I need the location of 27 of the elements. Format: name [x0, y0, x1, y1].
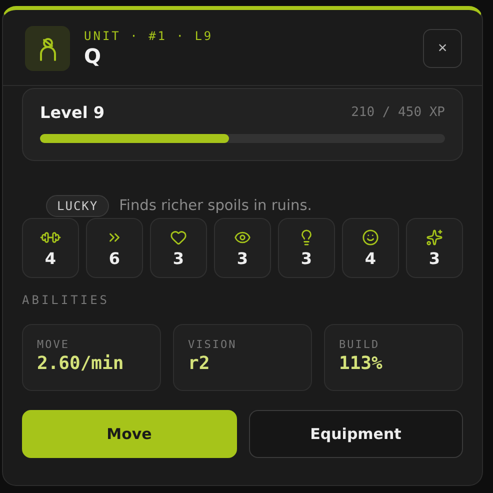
sparkles-icon [426, 228, 443, 246]
stat-value: 4 [364, 248, 376, 268]
primary-button[interactable]: Move [22, 410, 236, 458]
stat-value: 3 [236, 248, 248, 268]
stat-value: 3 [172, 248, 184, 268]
ability-label: BUILD [339, 338, 381, 351]
figure-icon [38, 36, 58, 60]
ability-label: MOVE [37, 338, 70, 351]
trait-description: Finds richer spoils in ruins. [119, 198, 312, 214]
ability-value: 2.60/min [37, 353, 125, 374]
xp-reading: 210 / 450 XP [351, 105, 445, 120]
smiley-icon [362, 228, 379, 246]
section-heading: ABILITIES [22, 293, 111, 307]
stat-value: 3 [428, 248, 440, 268]
trait-badge: LUCKY [46, 195, 110, 217]
stat-value: 3 [300, 248, 312, 268]
secondary-button[interactable]: Equipment [248, 410, 463, 458]
ability-value: r2 [188, 353, 211, 374]
unit-subtitle: UNIT · #1 · L9 [84, 29, 214, 43]
stat-value: 6 [108, 248, 120, 268]
stat-value: 4 [44, 248, 56, 268]
ability-label: VISION [188, 338, 238, 351]
close-button[interactable]: × [423, 29, 462, 68]
heart-icon [170, 228, 187, 246]
ability-value: 113% [339, 353, 384, 374]
unit-name: Q [84, 44, 102, 68]
level-label: Level 9 [40, 103, 105, 122]
